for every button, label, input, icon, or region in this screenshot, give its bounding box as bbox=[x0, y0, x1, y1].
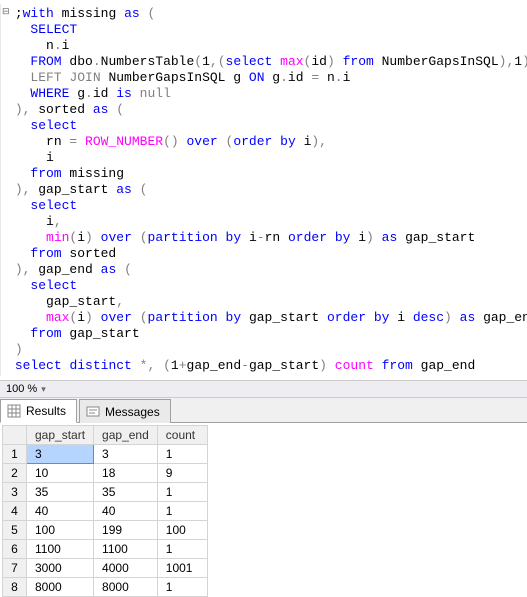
cell[interactable]: 18 bbox=[94, 464, 158, 483]
tab-results[interactable]: Results bbox=[0, 399, 77, 423]
cell[interactable]: 1 bbox=[157, 578, 207, 597]
fold-toggle-icon[interactable]: ⊟ bbox=[2, 7, 10, 17]
code-line: max(i) over (partition by gap_start orde… bbox=[7, 310, 527, 326]
code-line: ), sorted as ( bbox=[7, 102, 527, 118]
tab-messages-label: Messages bbox=[105, 405, 160, 419]
cell[interactable]: 1 bbox=[157, 445, 207, 464]
row-header[interactable]: 1 bbox=[3, 445, 27, 464]
column-header[interactable]: count bbox=[157, 426, 207, 445]
tab-results-label: Results bbox=[26, 404, 66, 418]
code-line: from sorted bbox=[7, 246, 527, 262]
sql-editor[interactable]: ⊟ ;with missing as ( SELECT n.i FROM dbo… bbox=[0, 0, 527, 380]
cell[interactable]: 1 bbox=[157, 502, 207, 521]
table-row[interactable]: 8800080001 bbox=[3, 578, 208, 597]
code-line: from gap_start bbox=[7, 326, 527, 342]
tab-messages[interactable]: Messages bbox=[79, 399, 171, 423]
results-grid-icon bbox=[7, 404, 21, 418]
row-header[interactable]: 3 bbox=[3, 483, 27, 502]
cell[interactable]: 3 bbox=[27, 445, 94, 464]
code-text[interactable]: ;with missing as ( SELECT n.i FROM dbo.N… bbox=[1, 4, 527, 376]
code-line: from missing bbox=[7, 166, 527, 182]
cell[interactable]: 4000 bbox=[94, 559, 158, 578]
row-header[interactable]: 8 bbox=[3, 578, 27, 597]
cell[interactable]: 100 bbox=[157, 521, 207, 540]
row-header[interactable]: 2 bbox=[3, 464, 27, 483]
code-line: ;with missing as ( bbox=[7, 6, 527, 22]
code-line: i bbox=[7, 150, 527, 166]
cell[interactable]: 3 bbox=[94, 445, 158, 464]
row-header[interactable]: 6 bbox=[3, 540, 27, 559]
row-header[interactable]: 7 bbox=[3, 559, 27, 578]
cell[interactable]: 9 bbox=[157, 464, 207, 483]
zoom-toolbar: 100 % ▾ bbox=[0, 380, 527, 398]
results-table[interactable]: gap_startgap_endcount1331210189335351440… bbox=[2, 425, 208, 597]
code-line: WHERE g.id is null bbox=[7, 86, 527, 102]
row-header[interactable]: 4 bbox=[3, 502, 27, 521]
cell[interactable]: 35 bbox=[27, 483, 94, 502]
code-line: i, bbox=[7, 214, 527, 230]
cell[interactable]: 100 bbox=[27, 521, 94, 540]
cell[interactable]: 40 bbox=[27, 502, 94, 521]
code-line: ) bbox=[7, 342, 527, 358]
cell[interactable]: 40 bbox=[94, 502, 158, 521]
cell[interactable]: 8000 bbox=[94, 578, 158, 597]
code-line: select bbox=[7, 118, 527, 134]
column-header[interactable]: gap_start bbox=[27, 426, 94, 445]
cell[interactable]: 10 bbox=[27, 464, 94, 483]
result-tabs: Results Messages bbox=[0, 398, 527, 423]
code-line: min(i) over (partition by i-rn order by … bbox=[7, 230, 527, 246]
cell[interactable]: 35 bbox=[94, 483, 158, 502]
code-line: rn = ROW_NUMBER() over (order by i), bbox=[7, 134, 527, 150]
code-line: gap_start, bbox=[7, 294, 527, 310]
table-row[interactable]: 440401 bbox=[3, 502, 208, 521]
table-row[interactable]: 210189 bbox=[3, 464, 208, 483]
table-row[interactable]: 7300040001001 bbox=[3, 559, 208, 578]
table-row[interactable]: 1331 bbox=[3, 445, 208, 464]
zoom-dropdown-icon[interactable]: ▾ bbox=[41, 384, 46, 395]
cell[interactable]: 1100 bbox=[94, 540, 158, 559]
code-line: n.i bbox=[7, 38, 527, 54]
code-line: select distinct *, (1+gap_end-gap_start)… bbox=[7, 358, 527, 374]
code-line: select bbox=[7, 198, 527, 214]
table-row[interactable]: 335351 bbox=[3, 483, 208, 502]
table-row[interactable]: 6110011001 bbox=[3, 540, 208, 559]
code-line: select bbox=[7, 278, 527, 294]
cell[interactable]: 1 bbox=[157, 540, 207, 559]
code-line: ), gap_start as ( bbox=[7, 182, 527, 198]
code-line: ), gap_end as ( bbox=[7, 262, 527, 278]
table-row[interactable]: 5100199100 bbox=[3, 521, 208, 540]
code-line: SELECT bbox=[7, 22, 527, 38]
cell[interactable]: 199 bbox=[94, 521, 158, 540]
row-header[interactable]: 5 bbox=[3, 521, 27, 540]
cell[interactable]: 1100 bbox=[27, 540, 94, 559]
cell[interactable]: 3000 bbox=[27, 559, 94, 578]
cell[interactable]: 8000 bbox=[27, 578, 94, 597]
column-header[interactable]: gap_end bbox=[94, 426, 158, 445]
code-line: FROM dbo.NumbersTable(1,(select max(id) … bbox=[7, 54, 527, 70]
messages-icon bbox=[86, 405, 100, 419]
results-grid-area: gap_startgap_endcount1331210189335351440… bbox=[0, 423, 527, 597]
code-line: LEFT JOIN NumberGapsInSQL g ON g.id = n.… bbox=[7, 70, 527, 86]
cell[interactable]: 1001 bbox=[157, 559, 207, 578]
editor-gutter: ⊟ bbox=[0, 4, 1, 376]
cell[interactable]: 1 bbox=[157, 483, 207, 502]
zoom-level[interactable]: 100 % bbox=[6, 383, 37, 395]
grid-corner[interactable] bbox=[3, 426, 27, 445]
